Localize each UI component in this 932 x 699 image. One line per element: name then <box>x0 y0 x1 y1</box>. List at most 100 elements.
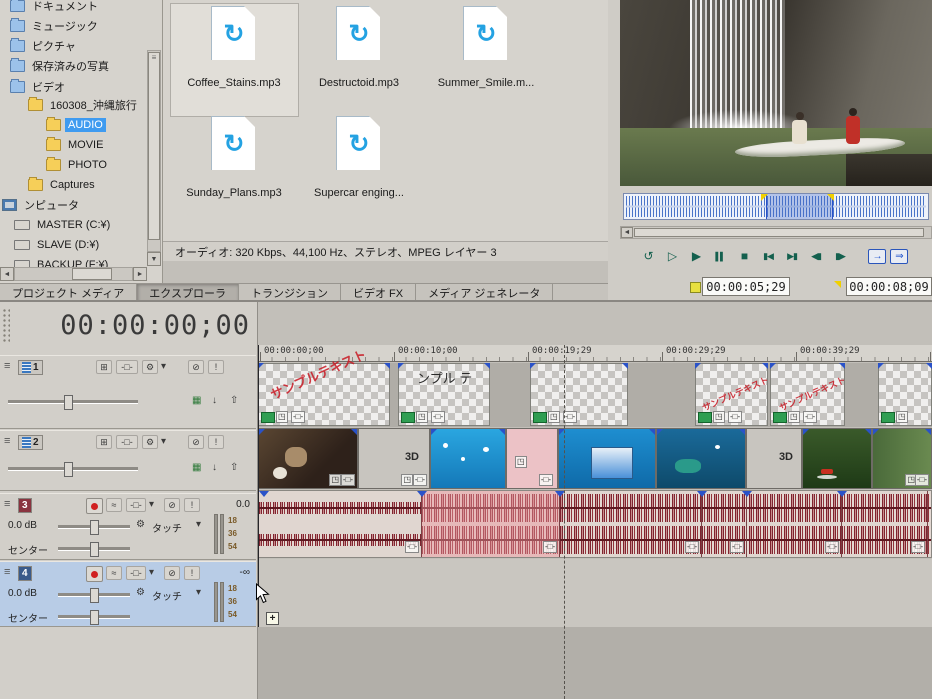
fader-thumb[interactable] <box>64 395 73 410</box>
tree-item-pictures[interactable]: ピクチャ <box>10 37 79 55</box>
event-boundary[interactable] <box>927 491 928 557</box>
video-clip-3d[interactable]: 3D <box>746 428 802 489</box>
cursor-timecode-display[interactable]: 00:00:00;00 <box>14 308 250 344</box>
mute-button[interactable]: ⊘ <box>188 435 204 449</box>
minimize-track-icon[interactable]: ↓ <box>212 394 217 408</box>
title-clip[interactable]: サンプルテキスト ◳ -□- <box>770 363 847 426</box>
event-fx-icon[interactable]: -□- <box>291 411 306 423</box>
chevron-down-icon[interactable]: ▾ <box>149 498 154 512</box>
pan-crop-icon[interactable]: ◳ <box>515 456 527 468</box>
fader-thumb[interactable] <box>64 462 73 477</box>
envelope-button[interactable]: ≈ <box>106 498 122 512</box>
tree-scroll-right-button[interactable]: ► <box>133 267 147 281</box>
pan-crop-icon[interactable]: ◳ <box>416 411 428 423</box>
pan-crop-icon[interactable]: ◳ <box>276 411 288 423</box>
timecode-drag-handle[interactable] <box>2 308 10 344</box>
overview-loop-region[interactable] <box>766 194 833 219</box>
solo-button[interactable]: ! <box>184 498 200 512</box>
event-fx-icon[interactable]: -□- <box>538 474 553 486</box>
title-clip[interactable]: ◳ -□- <box>530 363 628 426</box>
tree-hscrollbar-thumb[interactable] <box>72 268 112 280</box>
file-item-sunday-plans[interactable]: ↻ Sunday_Plans.mp3 <box>173 116 295 199</box>
track-grip-icon[interactable]: ≡ <box>4 566 10 578</box>
tree-item-music[interactable]: ミュージック <box>10 17 101 35</box>
event-fx-icon[interactable]: -□- <box>431 411 446 423</box>
event-boundary[interactable] <box>841 491 842 557</box>
event-fx-icon[interactable]: -□- <box>914 474 929 486</box>
track-3-badge[interactable]: 3 <box>18 498 32 513</box>
event-fx-icon[interactable]: -□- <box>730 541 745 553</box>
file-item-summer-smile[interactable]: ↻ Summer_Smile.m... <box>425 6 547 89</box>
timeline-empty-area[interactable] <box>258 627 932 699</box>
track-4-badge[interactable]: 4 <box>18 566 32 581</box>
track-fx-button[interactable]: -□- <box>116 360 138 374</box>
next-frame-button[interactable]: ▮▶ <box>830 251 850 262</box>
restore-track-icon[interactable]: ⇧ <box>230 461 238 475</box>
tree-item-movie[interactable]: MOVIE <box>46 136 106 154</box>
generated-media-icon[interactable] <box>698 412 712 423</box>
mute-button[interactable]: ⊘ <box>188 360 204 374</box>
event-fx-icon[interactable]: -□- <box>563 411 578 423</box>
track-fx-button[interactable]: -□- <box>126 566 146 580</box>
track-4-lane[interactable] <box>258 559 932 627</box>
generated-media-icon[interactable] <box>773 412 787 423</box>
pan-slider[interactable] <box>58 542 130 557</box>
pan-thumb[interactable] <box>90 542 99 557</box>
tree-item-videos[interactable]: ビデオ <box>10 78 68 96</box>
chevron-down-icon[interactable]: ▾ <box>196 586 201 600</box>
mute-button[interactable]: ⊘ <box>164 566 180 580</box>
automation-mode-label[interactable]: タッチ <box>152 588 182 603</box>
loop-end-marker-icon[interactable] <box>827 194 834 201</box>
track-motion-button[interactable]: ⊞ <box>96 360 112 374</box>
pan-slider[interactable] <box>58 610 130 625</box>
fader-thumb[interactable] <box>90 520 99 535</box>
tree-item-okinawa-trip[interactable]: 160308_沖縄旅行 <box>28 96 140 114</box>
track-grip-icon[interactable]: ≡ <box>4 435 10 447</box>
multicam-grid-icon[interactable]: ▦ <box>192 394 201 408</box>
tree-item-audio[interactable]: AUDIO <box>46 116 106 134</box>
generated-media-icon[interactable] <box>533 412 547 423</box>
video-clip-river[interactable]: ◳ -□- <box>872 428 932 489</box>
file-item-coffee-stains[interactable]: ↻ Coffee_Stains.mp3 <box>173 6 295 89</box>
multicam-grid-icon[interactable]: ▦ <box>192 461 201 475</box>
track-header-3[interactable]: ≡ 3 ≈ -□- ▾ ⊘ ! 0.0 0.0 dB ⚙ タッチ ▾ センター … <box>0 493 256 560</box>
tree-scroll-down-button[interactable]: ▼ <box>147 252 161 266</box>
fader-thumb[interactable] <box>90 588 99 603</box>
track-1-badge[interactable]: 1 <box>18 360 43 375</box>
play-from-start-button[interactable]: ▷ <box>662 249 682 263</box>
copy-frame-button[interactable]: → <box>868 248 886 264</box>
pan-crop-icon[interactable]: ◳ <box>329 474 341 486</box>
title-clip[interactable]: ンプル テ ◳ -□- <box>398 363 490 426</box>
previous-frame-button[interactable]: ◀▮ <box>806 251 826 262</box>
pan-crop-icon[interactable]: ◳ <box>788 411 800 423</box>
automation-gear-icon[interactable]: ⚙ <box>136 586 145 600</box>
event-fx-icon[interactable]: -□- <box>685 541 700 553</box>
preview-scroll-left-button[interactable]: ◄ <box>621 227 633 238</box>
track-fx-button[interactable]: -□- <box>126 498 146 512</box>
tree-item-photo[interactable]: PHOTO <box>46 156 110 174</box>
automation-settings-button[interactable]: ⚙ <box>142 435 158 449</box>
pan-crop-icon[interactable]: ◳ <box>896 411 908 423</box>
event-fx-icon[interactable]: -□- <box>405 541 420 553</box>
tree-item-computer[interactable]: ンピュータ <box>2 196 82 214</box>
tree-item-captures[interactable]: Captures <box>28 176 98 194</box>
event-fx-icon[interactable]: -□- <box>803 411 818 423</box>
title-clip[interactable]: サンプルテキスト ◳ -□- <box>695 363 770 426</box>
file-item-destructoid[interactable]: ↻ Destructoid.mp3 <box>298 6 420 89</box>
chevron-down-icon[interactable]: ▾ <box>161 360 166 374</box>
selection-end-timecode[interactable]: 00:00:08;09 <box>846 277 932 296</box>
video-clip-underwater[interactable] <box>430 428 506 489</box>
generated-media-icon[interactable] <box>261 412 275 423</box>
video-clip-3d[interactable]: 3D ◳ -□- <box>358 428 430 489</box>
track-header-2[interactable]: ≡ 2 ⊞ -□- ⚙ ▾ ⊘ ! ▦ ↓ ⇧ <box>0 430 256 491</box>
track-level-fader[interactable] <box>8 462 138 477</box>
pan-thumb[interactable] <box>90 610 99 625</box>
event-fx-icon[interactable]: -□- <box>825 541 840 553</box>
preview-horizontal-scrollbar[interactable]: ◄ <box>620 226 932 239</box>
event-boundary[interactable] <box>746 491 747 557</box>
track-motion-button[interactable]: ⊞ <box>96 435 112 449</box>
track-grip-icon[interactable]: ≡ <box>4 360 10 372</box>
video-clip-room[interactable]: ◳ -□- <box>258 428 358 489</box>
video-clip-kayak[interactable] <box>802 428 872 489</box>
title-clip[interactable]: サンプルテキスト ◳ -□- <box>258 347 390 426</box>
